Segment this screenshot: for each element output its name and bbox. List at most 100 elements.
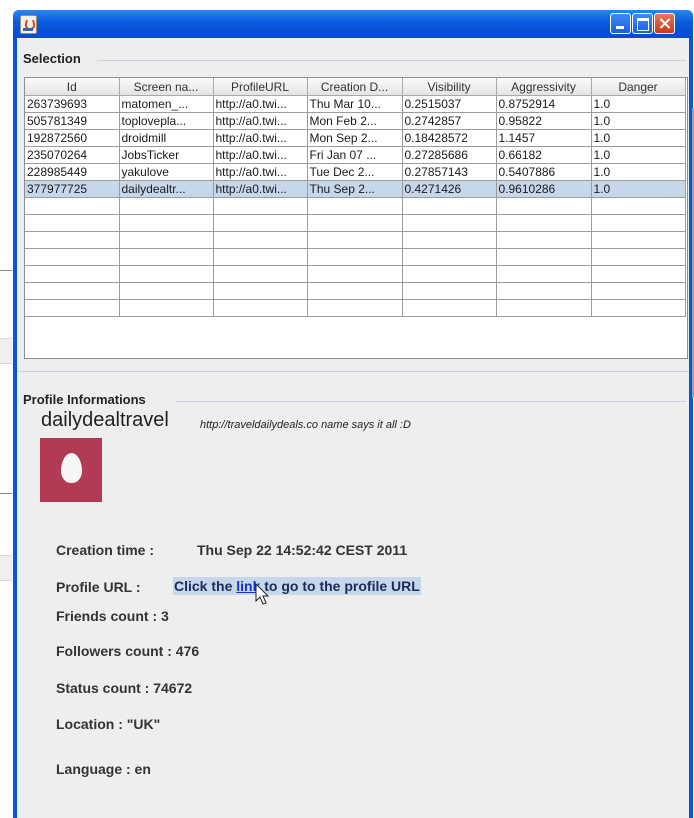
profile-avatar bbox=[40, 438, 102, 502]
profile-group-border bbox=[175, 401, 686, 402]
column-header[interactable]: Creation D... bbox=[307, 78, 403, 96]
table-row[interactable]: 192872560 droidmill http://a0.twi... Mon Se… bbox=[25, 129, 686, 147]
table-row-empty[interactable] bbox=[25, 282, 686, 300]
table-cell bbox=[307, 265, 403, 283]
column-header[interactable]: Id bbox=[25, 78, 120, 96]
close-button[interactable] bbox=[654, 13, 675, 34]
table-cell bbox=[496, 282, 592, 300]
table-cell bbox=[402, 282, 497, 300]
table-header-row: Id Screen na... ProfileURL Creation D... Vis… bbox=[25, 78, 686, 96]
column-header[interactable]: Danger bbox=[591, 78, 686, 96]
table-cell bbox=[213, 248, 308, 266]
title-bar[interactable] bbox=[13, 10, 693, 38]
table-cell: http://a0.twi... bbox=[213, 180, 308, 198]
creation-time-value: Thu Sep 22 14:52:42 CEST 2011 bbox=[197, 542, 408, 558]
table-row[interactable]: 377977725 dailydealtr... http://a0.twi... T… bbox=[25, 180, 686, 198]
table-cell: 0.27285686 bbox=[402, 146, 497, 164]
friends-count: Friends count : 3 bbox=[56, 608, 169, 624]
selection-table[interactable]: Id Screen na... ProfileURL Creation D... Vis… bbox=[24, 77, 688, 359]
location: Location : "UK" bbox=[56, 716, 161, 732]
table-cell bbox=[213, 197, 308, 215]
table-row-empty[interactable] bbox=[25, 197, 686, 215]
background-divider bbox=[0, 493, 12, 494]
table-cell: 1.0 bbox=[591, 112, 686, 130]
column-header[interactable]: Aggressivity bbox=[496, 78, 592, 96]
table-cell bbox=[25, 197, 120, 215]
table-cell bbox=[402, 248, 497, 266]
table-cell: Fri Jan 07 ... bbox=[307, 146, 403, 164]
table-cell: 1.0 bbox=[591, 163, 686, 181]
profile-url-prefix: Click the bbox=[174, 578, 237, 594]
selection-group-title: Selection bbox=[23, 51, 81, 66]
table-cell bbox=[213, 282, 308, 300]
table-cell bbox=[591, 231, 686, 249]
table-row[interactable]: 235070264 JobsTicker http://a0.twi... Fri J… bbox=[25, 146, 686, 164]
java-app-icon[interactable] bbox=[20, 15, 37, 34]
table-cell bbox=[119, 282, 214, 300]
table-body: 263739693 matomen_... http://a0.twi... Thu … bbox=[25, 95, 686, 317]
table-cell: 505781349 bbox=[25, 112, 120, 130]
table-cell bbox=[213, 299, 308, 317]
table-cell: droidmill bbox=[119, 129, 214, 147]
profile-description: http://traveldailydeals.co name says it … bbox=[200, 419, 411, 431]
background-panel-strip bbox=[0, 555, 12, 581]
table-cell: Mon Sep 2... bbox=[307, 129, 403, 147]
column-header[interactable]: Visibility bbox=[402, 78, 497, 96]
table-cell bbox=[591, 214, 686, 232]
table-row[interactable]: 263739693 matomen_... http://a0.twi... Thu … bbox=[25, 95, 686, 113]
egg-avatar-icon bbox=[61, 453, 82, 483]
table-cell bbox=[402, 214, 497, 232]
selection-table-grid[interactable]: Id Screen na... ProfileURL Creation D... Vis… bbox=[25, 78, 686, 317]
table-cell bbox=[25, 214, 120, 232]
table-cell bbox=[307, 214, 403, 232]
table-cell: 228985449 bbox=[25, 163, 120, 181]
table-cell: 0.18428572 bbox=[402, 129, 497, 147]
minimize-button[interactable] bbox=[610, 13, 631, 34]
profile-screen-name: dailydealtravel bbox=[41, 409, 169, 431]
table-cell bbox=[591, 248, 686, 266]
table-row-empty[interactable] bbox=[25, 231, 686, 249]
table-cell: matomen_... bbox=[119, 95, 214, 113]
table-cell bbox=[591, 299, 686, 317]
table-row-empty[interactable] bbox=[25, 299, 686, 317]
table-cell bbox=[402, 299, 497, 317]
table-cell bbox=[402, 231, 497, 249]
table-cell bbox=[591, 197, 686, 215]
table-cell bbox=[307, 248, 403, 266]
table-cell bbox=[119, 248, 214, 266]
maximize-button[interactable] bbox=[632, 13, 653, 34]
table-cell: http://a0.twi... bbox=[213, 146, 308, 164]
table-cell: 192872560 bbox=[25, 129, 120, 147]
mouse-pointer-icon bbox=[255, 583, 270, 605]
table-cell: 1.0 bbox=[591, 180, 686, 198]
table-cell bbox=[307, 299, 403, 317]
table-cell: Thu Mar 10... bbox=[307, 95, 403, 113]
selection-group-border bbox=[97, 60, 686, 61]
table-row-empty[interactable] bbox=[25, 214, 686, 232]
column-header[interactable]: Screen na... bbox=[119, 78, 214, 96]
language: Language : en bbox=[56, 761, 151, 777]
table-cell bbox=[119, 214, 214, 232]
table-cell: http://a0.twi... bbox=[213, 129, 308, 147]
profile-url-label: Profile URL : bbox=[56, 579, 141, 595]
table-cell: dailydealtr... bbox=[119, 180, 214, 198]
table-cell bbox=[496, 299, 592, 317]
table-cell: Tue Dec 2... bbox=[307, 163, 403, 181]
table-cell bbox=[119, 231, 214, 249]
table-row-empty[interactable] bbox=[25, 265, 686, 283]
table-row[interactable]: 505781349 toploveplа... http://a0.twi... Mo… bbox=[25, 112, 686, 130]
table-cell: 0.66182 bbox=[496, 146, 592, 164]
table-row[interactable]: 228985449 yakulove http://a0.twi... Tue Dec… bbox=[25, 163, 686, 181]
column-header[interactable]: ProfileURL bbox=[213, 78, 308, 96]
table-cell: JobsTicker bbox=[119, 146, 214, 164]
table-cell bbox=[591, 282, 686, 300]
background-window-edge bbox=[0, 0, 14, 818]
table-row-empty[interactable] bbox=[25, 248, 686, 266]
table-cell bbox=[119, 265, 214, 283]
table-cell: 0.27857143 bbox=[402, 163, 497, 181]
table-cell: http://a0.twi... bbox=[213, 112, 308, 130]
table-cell: 0.95822 bbox=[496, 112, 592, 130]
table-cell bbox=[307, 282, 403, 300]
table-cell bbox=[496, 231, 592, 249]
table-cell bbox=[402, 265, 497, 283]
